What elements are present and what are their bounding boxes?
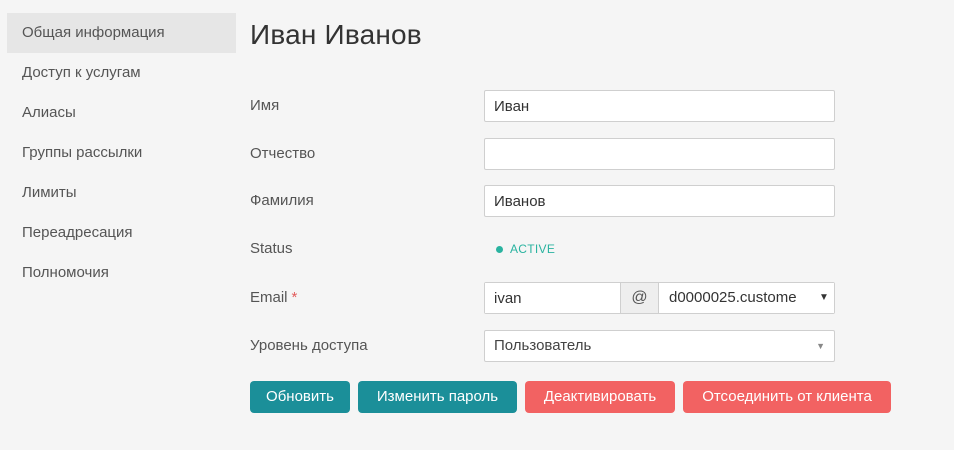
change-password-button[interactable]: Изменить пароль: [358, 381, 517, 413]
access-level-select[interactable]: Пользователь ▼: [484, 330, 835, 362]
detach-from-client-button[interactable]: Отсоединить от клиента: [683, 381, 891, 413]
sidebar: Общая информация Доступ к услугам Алиасы…: [7, 13, 236, 293]
required-mark: *: [291, 289, 298, 306]
email-field-group: @ d0000025.custome ▼: [484, 282, 835, 314]
first-name-label: Имя: [250, 97, 280, 114]
sidebar-item-permissions[interactable]: Полномочия: [7, 253, 236, 293]
middle-name-label: Отчество: [250, 145, 316, 162]
page-title: Иван Иванов: [250, 19, 422, 50]
status-dot-icon: [496, 246, 503, 253]
deactivate-button[interactable]: Деактивировать: [525, 381, 675, 413]
middle-name-row: Отчество: [250, 138, 850, 170]
chevron-down-icon: ▼: [814, 283, 834, 313]
email-label: Email *: [250, 282, 297, 314]
status-value: ACTIVE: [510, 242, 556, 256]
email-row: Email* @ d0000025.custome ▼: [250, 282, 850, 314]
update-button[interactable]: Обновить: [250, 381, 350, 413]
status-row: Status ACTIVE: [250, 233, 850, 265]
email-domain-select[interactable]: d0000025.custome ▼: [659, 283, 834, 313]
access-level-value: Пользователь: [494, 337, 592, 354]
first-name-row: Имя: [250, 90, 850, 122]
status-badge: ACTIVE: [496, 233, 555, 265]
chevron-down-icon: ▼: [816, 341, 825, 351]
sidebar-item-service-access[interactable]: Доступ к услугам: [7, 53, 236, 93]
sidebar-item-mailing-groups[interactable]: Группы рассылки: [7, 133, 236, 173]
last-name-row: Фамилия: [250, 185, 850, 217]
email-domain-value: d0000025.custome: [669, 289, 797, 306]
sidebar-item-general-info[interactable]: Общая информация: [7, 13, 236, 53]
access-level-row: Уровень доступа Пользователь ▼: [250, 330, 850, 362]
last-name-input[interactable]: [484, 185, 835, 217]
access-level-label: Уровень доступа: [250, 337, 368, 354]
last-name-label: Фамилия: [250, 192, 314, 209]
email-label-text: Email: [250, 289, 288, 306]
email-at-sign: @: [620, 283, 659, 313]
middle-name-input[interactable]: [484, 138, 835, 170]
first-name-input[interactable]: [484, 90, 835, 122]
email-local-input[interactable]: [485, 283, 620, 313]
status-label: Status: [250, 240, 293, 257]
sidebar-item-forwarding[interactable]: Переадресация: [7, 213, 236, 253]
sidebar-item-limits[interactable]: Лимиты: [7, 173, 236, 213]
sidebar-item-aliases[interactable]: Алиасы: [7, 93, 236, 133]
